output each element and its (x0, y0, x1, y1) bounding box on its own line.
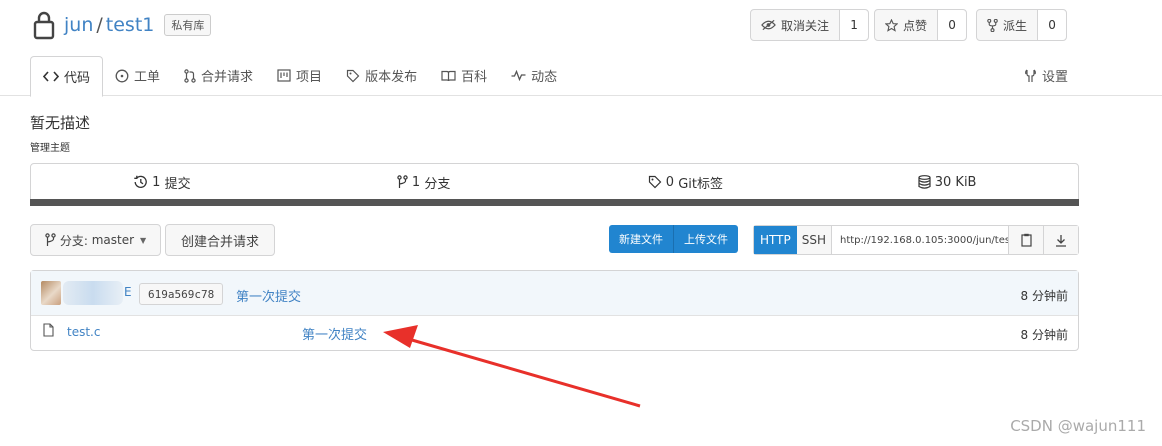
star-label: 点赞 (903, 18, 928, 33)
tab-wiki[interactable]: 百科 (429, 56, 499, 95)
branch-dropdown[interactable]: 分支: master ▼ (30, 224, 161, 256)
tab-projects[interactable]: 项目 (265, 56, 334, 95)
tag-icon (346, 69, 360, 82)
clone-http-button[interactable]: HTTP (754, 226, 797, 254)
pulse-icon (511, 70, 526, 81)
clipboard-icon (1020, 233, 1032, 247)
repo-header: jun / test1 私有库 取消关注 1 点赞 0 派生 0 代码 工单 合… (0, 0, 1162, 97)
stat-branches[interactable]: 1 分支 (293, 164, 555, 200)
repo-name-link[interactable]: test1 (106, 14, 155, 36)
watermark: CSDN @wajun111 (1010, 417, 1146, 435)
lock-icon (33, 11, 55, 40)
repo-description: 暂无描述 (30, 114, 91, 132)
file-actions: 新建文件 上传文件 (609, 225, 738, 253)
upload-file-button[interactable]: 上传文件 (673, 225, 738, 253)
pull-request-icon (184, 68, 196, 83)
repo-owner-link[interactable]: jun (64, 14, 93, 36)
star-icon (885, 18, 898, 32)
code-icon (43, 71, 59, 82)
file-icon (43, 323, 54, 337)
database-icon (918, 175, 931, 189)
clone-ssh-button[interactable]: SSH (796, 226, 832, 254)
file-commit-time: 8 分钟前 (1020, 328, 1068, 342)
star-button[interactable]: 点赞 0 (874, 9, 968, 41)
copy-url-button[interactable] (1008, 226, 1043, 254)
file-list: E 619a569c78 第一次提交 8 分钟前 test.c 第一次提交 8 … (30, 270, 1079, 351)
manage-topics-link[interactable]: 管理主题 (30, 139, 70, 154)
unwatch-button[interactable]: 取消关注 1 (750, 9, 870, 41)
tag-icon (648, 175, 662, 189)
latest-commit-row: E 619a569c78 第一次提交 8 分钟前 (31, 271, 1078, 316)
eye-slash-icon (761, 19, 776, 31)
clone-panel: HTTP SSH http://192.168.0.105:3000/jun/t… (753, 225, 1079, 255)
stat-tags[interactable]: 0 Git标签 (555, 164, 817, 200)
tab-code[interactable]: 代码 (30, 56, 104, 97)
commit-message-link[interactable]: 第一次提交 (236, 286, 301, 305)
branch-icon (45, 233, 56, 246)
private-badge: 私有库 (164, 14, 212, 36)
project-icon (277, 69, 291, 82)
star-count[interactable]: 0 (937, 10, 967, 40)
repo-tabs: 代码 工单 合并请求 项目 版本发布 百科 动态 (30, 56, 569, 97)
avatar[interactable] (41, 281, 61, 305)
issue-icon (115, 69, 129, 82)
file-commit-message-link[interactable]: 第一次提交 (302, 324, 367, 343)
repo-title: jun / test1 私有库 (32, 10, 212, 40)
table-row: test.c 第一次提交 8 分钟前 (31, 316, 1078, 350)
unwatch-label: 取消关注 (781, 18, 830, 33)
new-pull-request-button[interactable]: 创建合并请求 (165, 224, 275, 256)
branch-icon (397, 175, 408, 188)
tab-settings[interactable]: 设置 (1024, 66, 1068, 85)
caret-down-icon: ▼ (140, 235, 147, 245)
history-icon (134, 175, 147, 188)
watch-count[interactable]: 1 (839, 10, 869, 40)
tab-releases[interactable]: 版本发布 (334, 56, 429, 95)
tab-issues[interactable]: 工单 (103, 56, 172, 95)
repo-stats: 1 提交 1 分支 0 Git标签 30 KiB (30, 163, 1079, 201)
fork-label: 派生 (1003, 18, 1028, 33)
commit-sha-label[interactable]: 619a569c78 (139, 283, 224, 305)
commit-author[interactable]: E (124, 285, 132, 299)
clone-url-input[interactable]: http://192.168.0.105:3000/jun/tes (832, 226, 1008, 254)
download-icon (1056, 234, 1066, 247)
download-button[interactable] (1043, 226, 1078, 254)
file-name-link[interactable]: test.c (67, 325, 100, 339)
repo-separator: / (96, 14, 103, 36)
tools-icon (1025, 69, 1036, 82)
blurred-username (63, 281, 123, 305)
fork-button[interactable]: 派生 0 (976, 9, 1068, 41)
tab-pull-requests[interactable]: 合并请求 (172, 56, 265, 95)
tab-activity[interactable]: 动态 (499, 56, 569, 95)
fork-count[interactable]: 0 (1037, 10, 1067, 40)
book-icon (441, 70, 456, 81)
new-file-button[interactable]: 新建文件 (609, 225, 673, 253)
commit-time: 8 分钟前 (1020, 289, 1068, 303)
stat-commits[interactable]: 1 提交 (31, 164, 293, 200)
language-bar (30, 199, 1079, 206)
stat-size: 30 KiB (816, 164, 1078, 200)
fork-icon (987, 18, 998, 32)
